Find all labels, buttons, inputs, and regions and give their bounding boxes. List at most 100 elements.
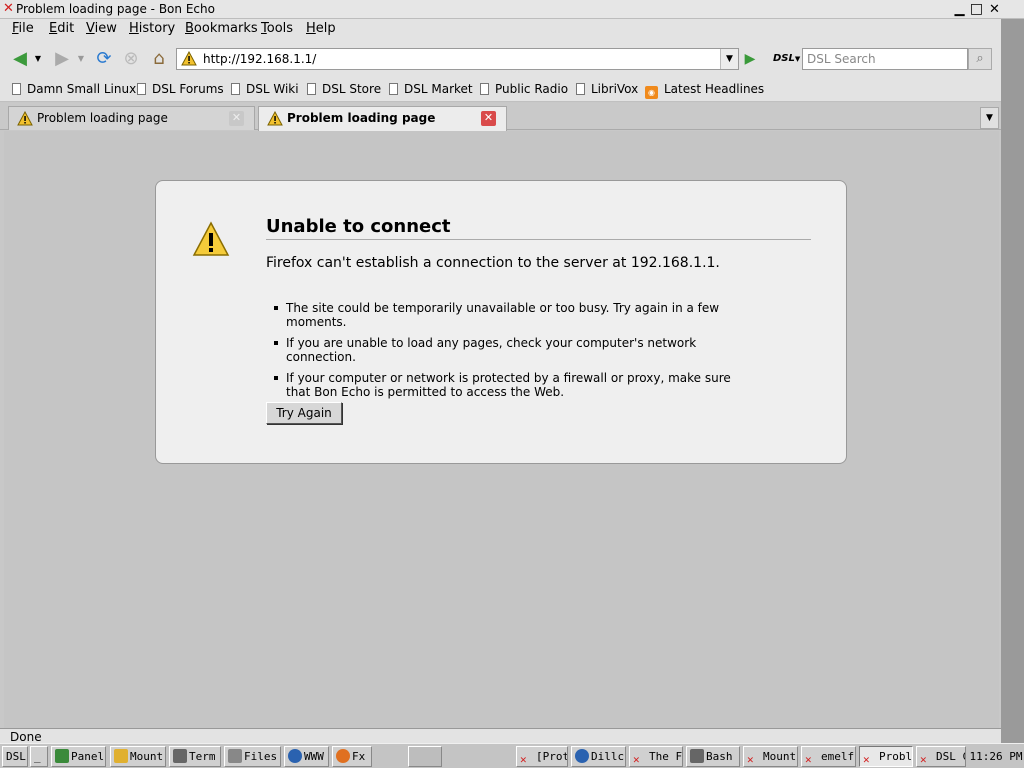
show-desktop-button[interactable]: _ [30, 746, 48, 767]
taskbar-fx[interactable]: Fx [332, 746, 372, 767]
tab-label: Problem loading page [37, 111, 168, 125]
taskbar-panel[interactable]: Panel [51, 746, 106, 767]
rss-icon: ◉ [645, 86, 658, 99]
search-engine-selector[interactable]: DSL▼ [771, 49, 801, 69]
close-window-button[interactable]: ✕ [986, 1, 1003, 18]
taskbar: DSL _ Panel Mount Term Files WWW Fx ✕ [Pr… [0, 743, 1024, 768]
taskbar-window-active[interactable]: ✕ Probl [859, 746, 913, 767]
mount-icon [114, 749, 128, 763]
desktop-background [1001, 19, 1024, 743]
minimize-button[interactable]: ▁ [951, 1, 968, 18]
menu-bookmarks[interactable]: Bookmarks [185, 21, 258, 36]
menu-help[interactable]: Help [306, 21, 336, 36]
panel-icon [55, 749, 69, 763]
url-bar[interactable]: http://192.168.1.1/ ▼ [176, 48, 739, 70]
bookmark-item[interactable]: DSL Wiki [231, 82, 299, 96]
error-description: Firefox can't establish a connection to … [266, 255, 720, 271]
status-text: Done [10, 730, 42, 744]
menu-edit[interactable]: Edit [49, 21, 74, 36]
taskbar-window[interactable]: ✕ DSL C [916, 746, 966, 767]
x-icon: ✕ [520, 753, 527, 766]
window-title: Problem loading page - Bon Echo [16, 2, 215, 16]
forward-button[interactable]: ▶ [50, 47, 74, 71]
warning-icon [192, 221, 230, 256]
taskbar-window[interactable]: ✕ emelf [801, 746, 856, 767]
bookmark-item[interactable]: DSL Forums [137, 82, 224, 96]
taskbar-window[interactable]: ✕ [Prot [516, 746, 568, 767]
tab-problem-loading-2[interactable]: Problem loading page ✕ [258, 106, 507, 131]
page-icon [12, 83, 21, 95]
search-input[interactable]: DSL Search [802, 48, 968, 70]
taskbar-term[interactable]: Term [169, 746, 221, 767]
taskbar-files[interactable]: Files [224, 746, 281, 767]
bookmarks-toolbar: Damn Small Linux DSL Forums DSL Wiki DSL… [0, 78, 1001, 102]
x-icon: ✕ [747, 753, 754, 766]
desktop-pager[interactable] [408, 746, 442, 767]
menu-view[interactable]: View [86, 21, 117, 36]
window-titlebar[interactable]: ✕ Problem loading page - Bon Echo ▁ □ ✕ [0, 0, 1024, 19]
page-icon [137, 83, 146, 95]
page-icon [307, 83, 316, 95]
search-icon[interactable]: ⌕ [968, 48, 992, 70]
page-icon [231, 83, 240, 95]
menu-history[interactable]: History [129, 21, 175, 36]
error-title: Unable to connect [266, 216, 811, 240]
tab-list-dropdown[interactable]: ▼ [980, 107, 999, 129]
taskbar-mount[interactable]: Mount [110, 746, 166, 767]
page-icon [576, 83, 585, 95]
taskbar-www[interactable]: WWW [284, 746, 329, 767]
error-box: Unable to connect Firefox can't establis… [155, 180, 847, 464]
url-text: http://192.168.1.1/ [203, 52, 317, 66]
list-item: If you are unable to load any pages, che… [274, 336, 756, 364]
bookmark-item[interactable]: Damn Small Linux [12, 82, 136, 96]
taskbar-window[interactable]: ✕ The F [629, 746, 683, 767]
maximize-button[interactable]: □ [968, 1, 985, 18]
bookmark-item[interactable]: DSL Market [389, 82, 473, 96]
bookmark-item[interactable]: ◉ Latest Headlines [645, 82, 764, 99]
close-tab-icon[interactable]: ✕ [481, 111, 496, 126]
bookmark-item[interactable]: DSL Store [307, 82, 381, 96]
list-item: If your computer or network is protected… [274, 371, 756, 399]
stop-icon[interactable]: ⊗ [119, 47, 143, 71]
bookmark-item[interactable]: LibriVox [576, 82, 638, 96]
page-content: Unable to connect Firefox can't establis… [4, 131, 999, 728]
close-tab-icon[interactable]: ✕ [229, 111, 244, 126]
warning-icon [267, 111, 283, 126]
warning-icon [181, 51, 197, 66]
firefox-icon [336, 749, 350, 763]
url-dropdown-icon[interactable]: ▼ [720, 49, 738, 69]
back-history-dropdown[interactable]: ▼ [32, 47, 44, 71]
x-icon: ✕ [863, 753, 870, 766]
tab-bar: Problem loading page ✕ Problem loading p… [0, 103, 1001, 131]
list-item: The site could be temporarily unavailabl… [274, 301, 756, 329]
go-button[interactable]: ▶ [741, 50, 759, 68]
start-button[interactable]: DSL [2, 746, 28, 767]
reload-icon[interactable]: ⟳ [92, 47, 116, 71]
globe-icon [288, 749, 302, 763]
globe-icon [575, 749, 589, 763]
terminal-icon [173, 749, 187, 763]
back-button[interactable]: ◀ [8, 47, 32, 71]
menu-file[interactable]: File [12, 21, 34, 36]
x-icon: ✕ [920, 753, 927, 766]
navigation-toolbar: ◀ ▼ ▶ ▼ ⟳ ⊗ ⌂ http://192.168.1.1/ ▼ ▶ DS… [0, 40, 1001, 78]
files-icon [228, 749, 242, 763]
menu-tools[interactable]: Tools [261, 21, 293, 36]
taskbar-window[interactable]: Bash [686, 746, 740, 767]
try-again-button[interactable]: Try Again [266, 402, 342, 424]
menu-bar: File Edit View History Bookmarks Tools H… [0, 19, 1001, 40]
x-icon: ✕ [633, 753, 640, 766]
forward-history-dropdown[interactable]: ▼ [75, 47, 87, 71]
chevron-down-icon: ▼ [794, 55, 801, 63]
bookmark-item[interactable]: Public Radio [480, 82, 568, 96]
taskbar-window[interactable]: Dillc [571, 746, 626, 767]
taskbar-clock: 11:26 PM [969, 750, 1023, 763]
tab-label: Problem loading page [287, 111, 436, 125]
error-suggestions: The site could be temporarily unavailabl… [274, 301, 756, 406]
terminal-icon [690, 749, 704, 763]
taskbar-window[interactable]: ✕ Mount [743, 746, 798, 767]
status-bar: Done [0, 728, 1001, 744]
warning-icon [17, 111, 33, 126]
tab-problem-loading-1[interactable]: Problem loading page ✕ [8, 106, 255, 130]
home-icon[interactable]: ⌂ [147, 47, 171, 71]
